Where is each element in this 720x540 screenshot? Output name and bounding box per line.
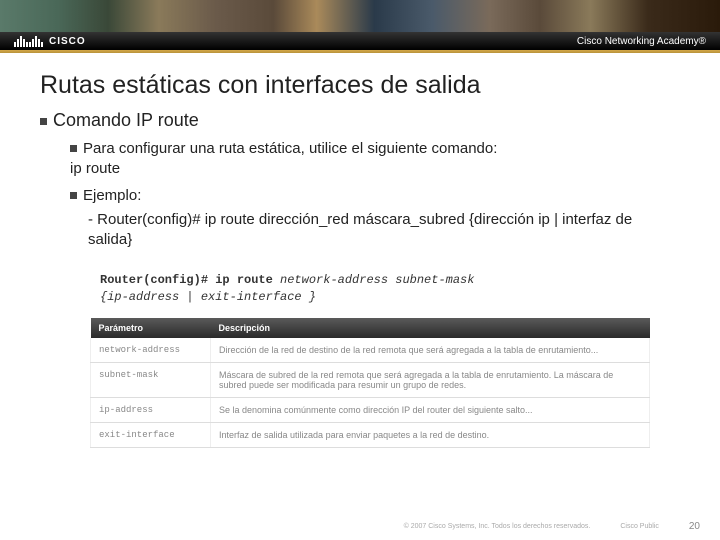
subtitle-text: Comando IP route bbox=[53, 110, 199, 130]
param-desc: Interfaz de salida utilizada para enviar… bbox=[211, 422, 650, 447]
code-prompt: Router(config)# ip route bbox=[100, 273, 280, 287]
table-row: network-address Dirección de la red de d… bbox=[91, 338, 650, 363]
param-name: network-address bbox=[91, 338, 211, 363]
code-example-box: Router(config)# ip route network-address… bbox=[90, 264, 650, 448]
bullet-square-icon bbox=[70, 145, 77, 152]
header-black-bar: CISCO Cisco Networking Academy® bbox=[0, 32, 720, 50]
table-row: exit-interface Interfaz de salida utiliz… bbox=[91, 422, 650, 447]
header-band: CISCO Cisco Networking Academy® bbox=[0, 0, 720, 50]
cisco-logo-text: CISCO bbox=[49, 36, 86, 47]
code-line: Router(config)# ip route network-address… bbox=[90, 264, 650, 314]
list-item: Ejemplo: - Router(config)# ip route dire… bbox=[70, 186, 680, 251]
page-number: 20 bbox=[689, 521, 700, 532]
cisco-logo: CISCO bbox=[14, 36, 86, 47]
param-desc: Se la denomina comúnmente como dirección… bbox=[211, 397, 650, 422]
config-cmd-text: ip route bbox=[70, 160, 120, 177]
code-args: network-address subnet-mask bbox=[280, 273, 474, 287]
param-name: ip-address bbox=[91, 397, 211, 422]
table-header-param: Parámetro bbox=[91, 318, 211, 338]
footer-label: Cisco Public bbox=[620, 523, 659, 530]
table-header-desc: Descripción bbox=[211, 318, 650, 338]
example-text: - Router(config)# ip route dirección_red… bbox=[88, 210, 680, 251]
table-header-row: Parámetro Descripción bbox=[91, 318, 650, 338]
parameter-table: Parámetro Descripción network-address Di… bbox=[90, 318, 650, 448]
example-label: Ejemplo: bbox=[83, 187, 141, 204]
param-desc: Máscara de subred de la red remota que s… bbox=[211, 362, 650, 397]
academy-label: Cisco Networking Academy® bbox=[577, 36, 706, 47]
param-desc: Dirección de la red de destino de la red… bbox=[211, 338, 650, 363]
table-row: subnet-mask Máscara de subred de la red … bbox=[91, 362, 650, 397]
slide-subtitle: Comando IP route bbox=[40, 110, 680, 131]
cisco-logo-bars-icon bbox=[14, 36, 43, 47]
config-intro-text: Para configurar una ruta estática, utili… bbox=[83, 140, 497, 157]
code-line2: {ip-address | exit-interface } bbox=[100, 290, 316, 304]
slide-title: Rutas estáticas con interfaces de salida bbox=[40, 71, 680, 100]
bullet-square-icon bbox=[70, 192, 77, 199]
bullet-square-icon bbox=[40, 118, 47, 125]
list-item: Para configurar una ruta estática, utili… bbox=[70, 139, 680, 180]
param-name: exit-interface bbox=[91, 422, 211, 447]
slide-footer: © 2007 Cisco Systems, Inc. Todos los der… bbox=[0, 521, 720, 532]
table-row: ip-address Se la denomina comúnmente com… bbox=[91, 397, 650, 422]
param-name: subnet-mask bbox=[91, 362, 211, 397]
slide-content: Rutas estáticas con interfaces de salida… bbox=[0, 53, 720, 448]
body-list: Para configurar una ruta estática, utili… bbox=[70, 139, 680, 250]
copyright-text: © 2007 Cisco Systems, Inc. Todos los der… bbox=[404, 523, 591, 530]
